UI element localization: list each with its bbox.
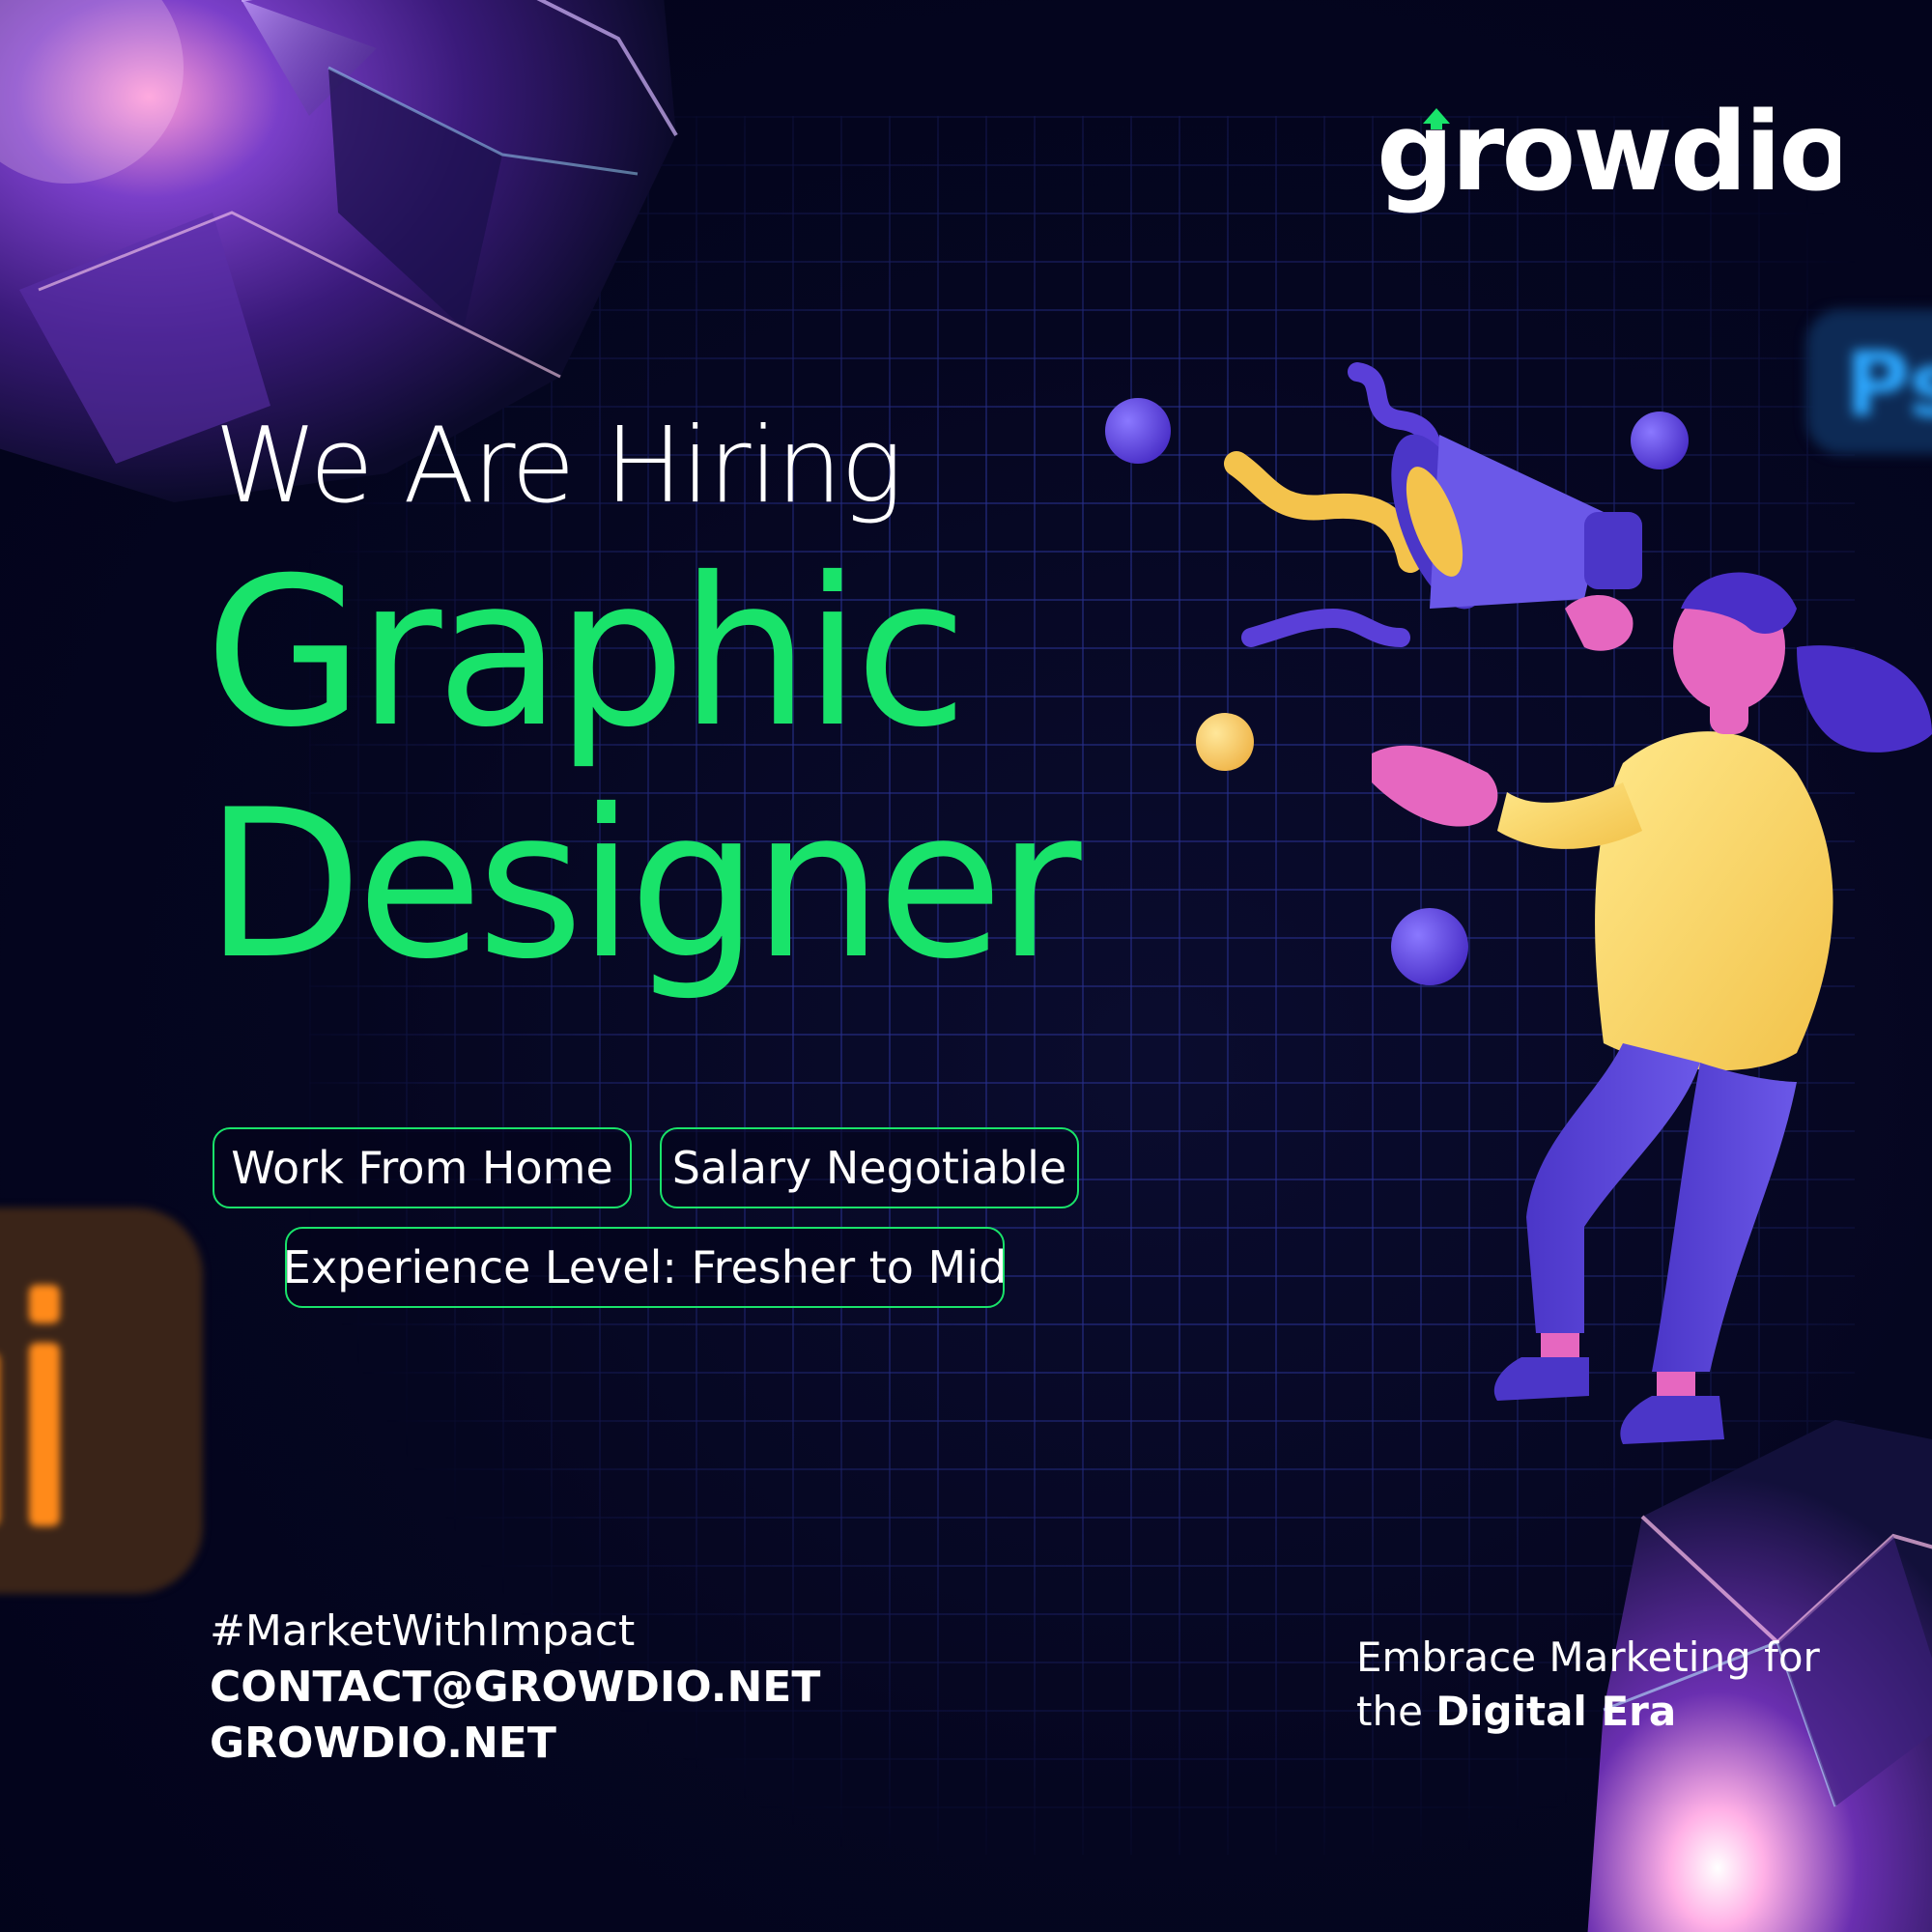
tag-experience-level: Experience Level: Fresher to Mid <box>283 1227 1007 1308</box>
headline-lead: We Are Hiring <box>214 406 903 526</box>
shoe-left <box>1493 1357 1589 1401</box>
woman-with-megaphone-illustration <box>1082 348 1932 1488</box>
shirt <box>1595 731 1833 1071</box>
tagline-prefix: the <box>1356 1688 1423 1735</box>
confetti-sphere <box>1391 908 1468 985</box>
confetti-squiggle <box>1241 608 1410 647</box>
hiring-poster: Ps growdio We Are Hiring Graphic Designe… <box>0 0 1932 1932</box>
growdio-logo: growdio <box>1377 90 1853 222</box>
hair <box>1797 645 1932 753</box>
hashtag: #MarketWithImpact <box>210 1606 636 1656</box>
illustrator-icon <box>0 1208 203 1594</box>
confetti-sphere <box>1196 713 1254 771</box>
tagline: Embrace Marketing for the Digital Era <box>1356 1631 1820 1739</box>
logo-text: growdio <box>1377 97 1840 215</box>
tagline-line1: Embrace Marketing for <box>1356 1634 1820 1681</box>
role-title-line1: Graphic <box>205 533 968 772</box>
confetti-squiggle <box>1224 451 1423 573</box>
tag-salary-negotiable: Salary Negotiable <box>660 1127 1079 1208</box>
footer-contact-block: #MarketWithImpact CONTACT@GROWDIO.NET GR… <box>210 1604 820 1772</box>
hand <box>1372 745 1498 827</box>
contact-email-link[interactable]: CONTACT@GROWDIO.NET <box>210 1660 820 1716</box>
role-title-line2: Designer <box>205 765 1082 1004</box>
megaphone-icon <box>1391 434 1642 610</box>
shoe-right <box>1620 1396 1724 1444</box>
tag-work-from-home: Work From Home <box>213 1127 632 1208</box>
website-link[interactable]: GROWDIO.NET <box>210 1716 820 1772</box>
tagline-line2: the Digital Era <box>1356 1685 1820 1739</box>
tagline-bold: Digital Era <box>1435 1688 1677 1735</box>
confetti-sphere <box>1105 398 1171 464</box>
confetti-sphere <box>1631 412 1689 469</box>
